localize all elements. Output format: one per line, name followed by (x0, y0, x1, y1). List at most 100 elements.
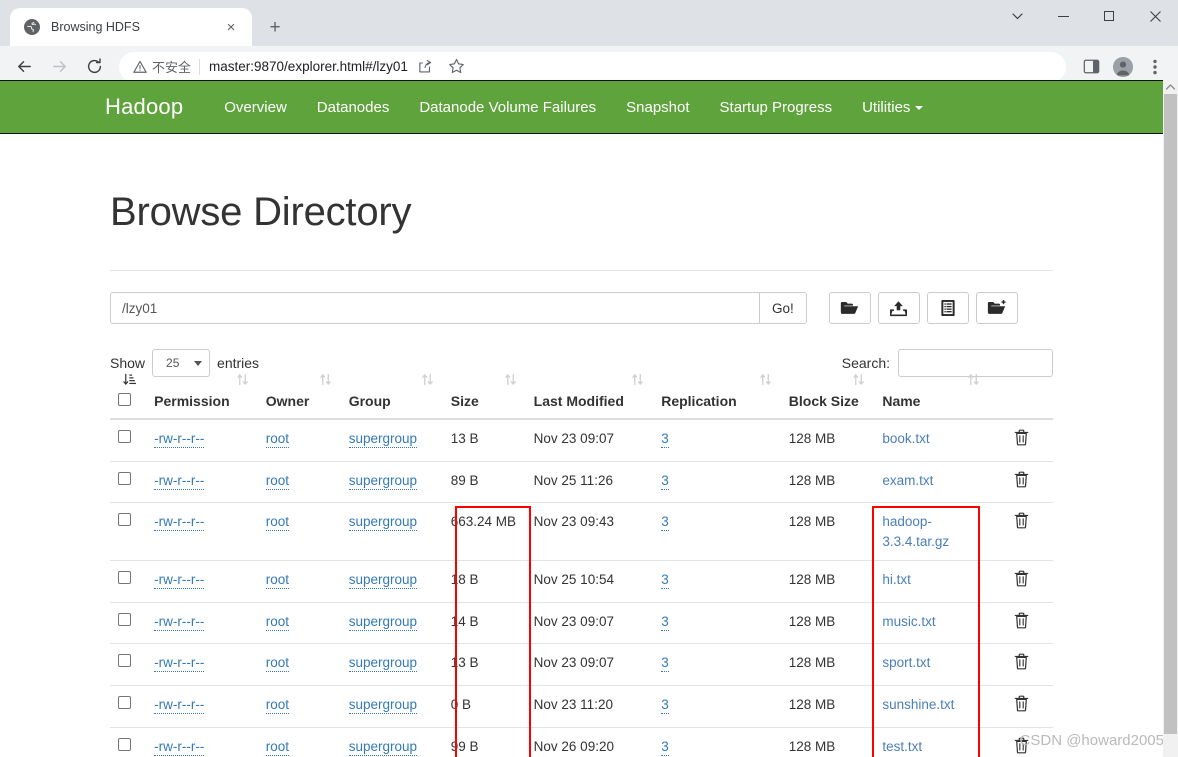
replication-link[interactable]: 3 (661, 655, 669, 673)
directory-path-input[interactable]: /lzy01 (110, 292, 760, 324)
th-select-all[interactable] (110, 373, 147, 420)
new-directory-icon[interactable] (975, 292, 1018, 324)
file-name-link[interactable]: music.txt (882, 614, 935, 629)
trash-icon[interactable] (1014, 512, 1029, 532)
trash-icon[interactable] (1014, 695, 1029, 715)
row-checkbox[interactable] (118, 471, 131, 485)
trash-icon[interactable] (1014, 653, 1029, 673)
page-length-select[interactable]: 25 (152, 349, 211, 377)
window-close-button[interactable] (1132, 0, 1178, 32)
select-all-checkbox[interactable] (118, 393, 131, 406)
trash-icon[interactable] (1014, 429, 1029, 449)
trash-icon[interactable] (1014, 471, 1029, 491)
th-name[interactable]: Name (874, 373, 990, 420)
clipboard-list-icon[interactable] (926, 292, 969, 324)
group-link[interactable]: supergroup (348, 472, 417, 490)
th-permission[interactable]: Permission (146, 373, 258, 420)
owner-link[interactable]: root (265, 472, 290, 490)
group-link[interactable]: supergroup (348, 431, 417, 448)
th-size[interactable]: Size (442, 373, 526, 420)
owner-link[interactable]: root (265, 572, 290, 590)
row-checkbox[interactable] (118, 513, 131, 527)
nav-item-overview[interactable]: Overview (209, 99, 302, 116)
reload-button-icon[interactable] (78, 51, 110, 83)
file-name-link[interactable]: hadoop-3.3.4.tar.gz (882, 514, 949, 549)
upload-file-icon[interactable] (877, 292, 920, 324)
file-name-link[interactable]: sport.txt (882, 655, 930, 670)
th-owner[interactable]: Owner (257, 373, 341, 420)
owner-link[interactable]: root (265, 655, 290, 673)
go-button[interactable]: Go! (760, 292, 807, 324)
replication-link[interactable]: 3 (661, 572, 669, 590)
th-group[interactable]: Group (340, 373, 443, 420)
permission-link[interactable]: -rw-r--r-- (154, 572, 205, 590)
group-link[interactable]: supergroup (348, 738, 417, 756)
nav-item-snapshot[interactable]: Snapshot (611, 99, 704, 116)
not-secure-indicator[interactable]: 不安全 (133, 57, 191, 76)
url-text[interactable]: master:9870/explorer.html#/lzy01 (209, 59, 408, 74)
row-checkbox[interactable] (118, 612, 131, 626)
new-tab-button[interactable]: + (260, 12, 290, 42)
trash-icon[interactable] (1014, 570, 1029, 590)
share-icon[interactable] (410, 52, 440, 82)
permission-link[interactable]: -rw-r--r-- (154, 514, 205, 532)
group-link[interactable]: supergroup (348, 572, 417, 590)
permission-link[interactable]: -rw-r--r-- (154, 738, 205, 756)
window-maximize-button[interactable] (1086, 0, 1132, 32)
forward-button-icon[interactable] (43, 51, 75, 83)
permission-link[interactable]: -rw-r--r-- (154, 696, 205, 714)
replication-link[interactable]: 3 (661, 472, 669, 490)
profile-avatar-icon[interactable] (1108, 52, 1138, 82)
group-link[interactable]: supergroup (348, 696, 417, 714)
replication-link[interactable]: 3 (661, 696, 669, 714)
nav-item-datanodes[interactable]: Datanodes (302, 99, 405, 116)
th-block-size[interactable]: Block Size (780, 373, 875, 420)
file-name-link[interactable]: sunshine.txt (882, 697, 954, 712)
row-checkbox[interactable] (118, 737, 131, 751)
file-name-link[interactable]: test.txt (882, 739, 922, 754)
trash-icon[interactable] (1014, 612, 1029, 632)
group-link[interactable]: supergroup (348, 655, 417, 673)
hadoop-brand[interactable]: Hadoop (105, 94, 183, 120)
address-bar[interactable]: 不安全 master:9870/explorer.html#/lzy01 (119, 51, 1066, 82)
owner-link[interactable]: root (265, 696, 290, 714)
sidepanel-icon[interactable] (1076, 52, 1106, 82)
row-checkbox[interactable] (118, 695, 131, 709)
replication-link[interactable]: 3 (661, 431, 669, 448)
group-link[interactable]: supergroup (348, 613, 417, 631)
bookmark-star-icon[interactable] (442, 52, 472, 82)
replication-link[interactable]: 3 (661, 514, 669, 532)
th-last-modified[interactable]: Last Modified (525, 373, 654, 420)
owner-link[interactable]: root (265, 431, 290, 448)
row-checkbox[interactable] (118, 430, 131, 443)
file-name-link[interactable]: hi.txt (882, 572, 911, 587)
scrollbar-thumb[interactable] (1164, 94, 1177, 734)
nav-item-utilities[interactable]: Utilities (847, 99, 938, 116)
permission-link[interactable]: -rw-r--r-- (154, 613, 205, 631)
scroll-up-arrow-icon[interactable] (1163, 80, 1178, 94)
row-checkbox[interactable] (118, 654, 131, 668)
tab-search-icon[interactable] (994, 0, 1040, 32)
owner-link[interactable]: root (265, 613, 290, 631)
cut-paste-folder-icon[interactable] (828, 292, 871, 324)
owner-link[interactable]: root (265, 514, 290, 532)
file-name-link[interactable]: book.txt (882, 431, 929, 446)
browser-tab[interactable]: Browsing HDFS × (10, 8, 252, 46)
chrome-menu-icon[interactable] (1140, 52, 1170, 82)
window-minimize-button[interactable] (1040, 0, 1086, 32)
group-link[interactable]: supergroup (348, 514, 417, 532)
owner-link[interactable]: root (265, 738, 290, 756)
replication-link[interactable]: 3 (661, 613, 669, 631)
permission-link[interactable]: -rw-r--r-- (154, 655, 205, 673)
replication-link[interactable]: 3 (661, 738, 669, 756)
page-scrollbar[interactable] (1163, 80, 1178, 757)
file-name-link[interactable]: exam.txt (882, 473, 933, 488)
permission-link[interactable]: -rw-r--r-- (154, 472, 205, 490)
row-checkbox[interactable] (118, 571, 131, 585)
permission-link[interactable]: -rw-r--r-- (154, 431, 205, 448)
tab-close-icon[interactable]: × (220, 16, 242, 38)
back-button-icon[interactable] (8, 51, 40, 83)
nav-item-startup-progress[interactable]: Startup Progress (705, 99, 848, 116)
nav-item-datanode-volume-failures[interactable]: Datanode Volume Failures (404, 99, 611, 116)
th-replication[interactable]: Replication (653, 373, 781, 420)
